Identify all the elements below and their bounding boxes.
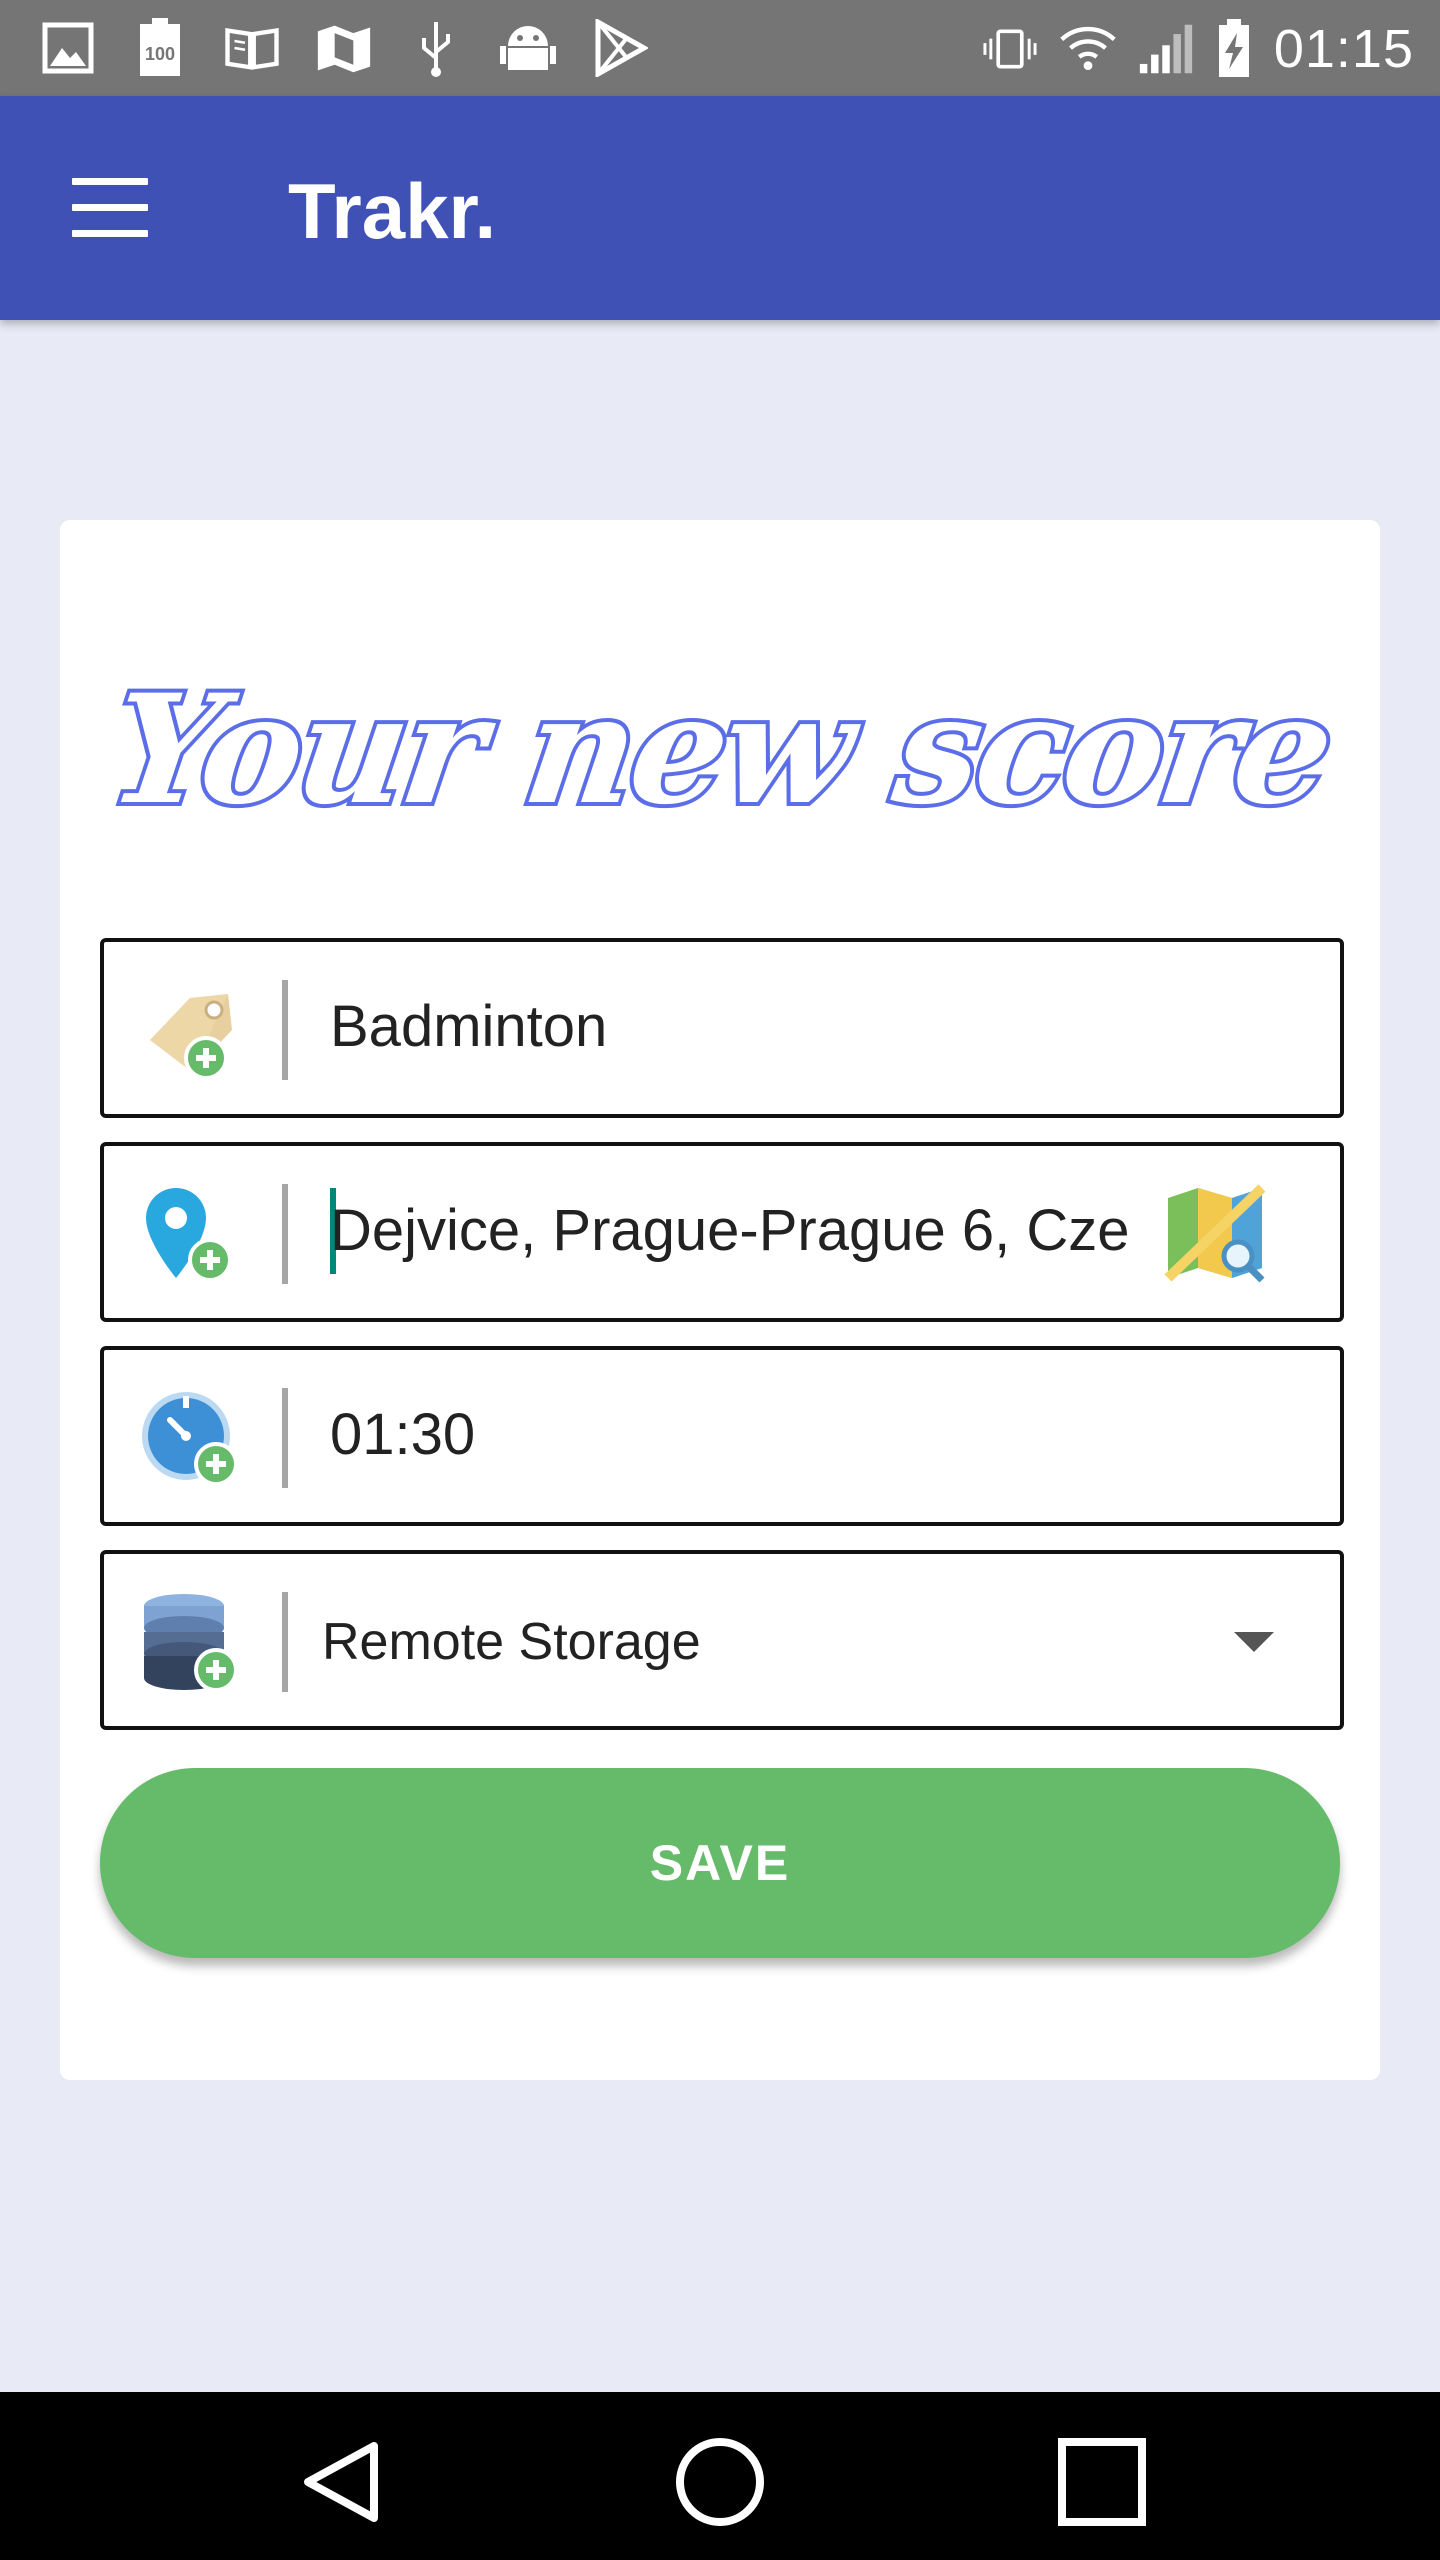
wifi-icon xyxy=(1060,19,1116,79)
headline-banner: Your new score xyxy=(96,640,1343,860)
location-add-icon xyxy=(140,1184,244,1284)
image-icon xyxy=(40,18,96,78)
back-icon[interactable] xyxy=(290,2432,390,2532)
new-score-card: Your new score Badminton Dejvice, Prague… xyxy=(60,520,1380,2080)
navigation-bar xyxy=(0,2392,1440,2560)
storage-select[interactable]: Remote Storage xyxy=(100,1550,1344,1730)
activity-field[interactable] xyxy=(100,938,1344,1118)
tag-add-icon xyxy=(140,980,244,1080)
activity-input[interactable] xyxy=(330,990,1170,1062)
database-add-icon xyxy=(140,1592,244,1692)
duration-field[interactable] xyxy=(100,1346,1344,1526)
play-store-icon xyxy=(592,18,648,78)
book-icon xyxy=(224,18,280,78)
hamburger-menu-icon[interactable] xyxy=(72,178,148,238)
usb-icon xyxy=(408,18,464,78)
field-divider xyxy=(282,980,288,1080)
app-title: Trakr. xyxy=(288,167,497,255)
chevron-down-icon[interactable] xyxy=(1234,1632,1274,1652)
battery-charging-icon xyxy=(1216,19,1252,79)
home-icon[interactable] xyxy=(670,2432,770,2532)
signal-icon xyxy=(1138,19,1194,79)
location-input[interactable] xyxy=(330,1194,1130,1266)
recents-icon[interactable] xyxy=(1052,2432,1152,2532)
clock-add-icon xyxy=(140,1388,244,1488)
headline-title: Your new score xyxy=(96,658,1343,842)
status-time: 01:15 xyxy=(1273,19,1414,79)
field-divider xyxy=(282,1388,288,1488)
maps-icon xyxy=(316,18,372,78)
battery-100-icon: 100 xyxy=(132,18,188,78)
field-divider xyxy=(282,1592,288,1692)
app-bar: Trakr. xyxy=(0,96,1440,320)
status-bar: 100 01:15 xyxy=(0,0,1440,96)
vibrate-icon xyxy=(982,19,1038,79)
map-search-icon[interactable] xyxy=(1162,1180,1272,1290)
android-icon xyxy=(500,18,556,78)
save-button[interactable]: SAVE xyxy=(100,1768,1340,1958)
location-field[interactable] xyxy=(100,1142,1344,1322)
storage-selected-value: Remote Storage xyxy=(322,1613,701,1671)
duration-input[interactable] xyxy=(330,1398,1170,1470)
svg-text:100: 100 xyxy=(145,44,175,64)
field-divider xyxy=(282,1184,288,1284)
